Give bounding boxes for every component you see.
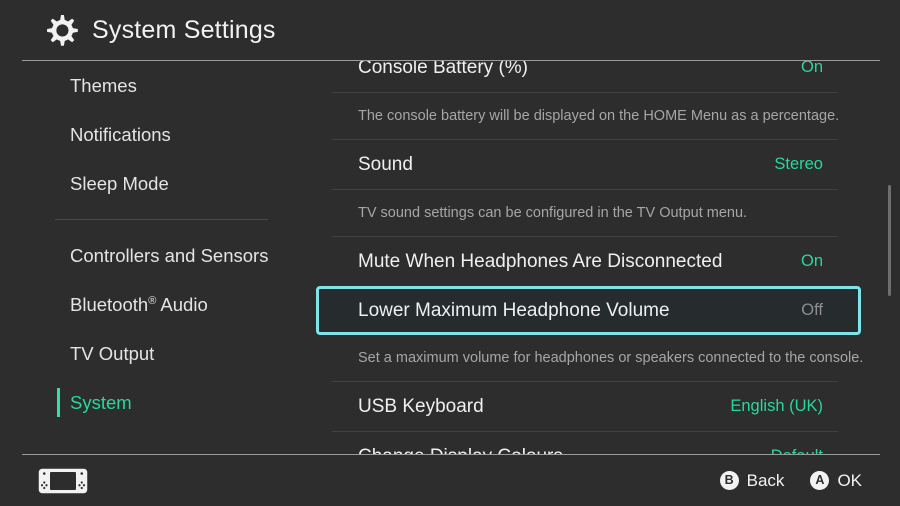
bottom-bar: B Back A OK: [0, 455, 900, 506]
setting-row-mute-when-headphones-disconnected[interactable]: Mute When Headphones Are Disconnected On: [316, 237, 861, 286]
back-label: Back: [746, 470, 785, 490]
setting-label: Lower Maximum Headphone Volume: [358, 299, 670, 321]
sidebar-item-bluetooth-audio[interactable]: Bluetooth® Audio: [0, 280, 300, 329]
scrollbar-thumb[interactable]: [888, 185, 891, 296]
header: System Settings: [0, 0, 900, 60]
sidebar-item-label: Sleep Mode: [70, 172, 169, 194]
back-action[interactable]: B Back: [719, 470, 785, 491]
bottom-bar-actions: B Back A OK: [719, 470, 862, 491]
page-title: System Settings: [92, 15, 276, 44]
setting-value: English (UK): [730, 397, 823, 415]
sidebar-item-tv-output[interactable]: TV Output: [0, 329, 300, 378]
switch-console-icon: [38, 468, 88, 493]
sidebar-item-sleep-mode[interactable]: Sleep Mode: [0, 159, 300, 208]
b-button-icon: B: [719, 471, 739, 490]
sidebar-item-label: Notifications: [70, 123, 171, 145]
setting-row-change-display-colours[interactable]: Change Display Colours Default: [316, 432, 861, 455]
sidebar-item-label: Controllers and Sensors: [70, 244, 269, 266]
sidebar-item-label: Themes: [70, 74, 137, 96]
ok-action[interactable]: A OK: [810, 471, 862, 491]
setting-label: Mute When Headphones Are Disconnected: [358, 250, 723, 272]
setting-label: Console Battery (%): [358, 61, 529, 78]
setting-value: Off: [801, 301, 823, 319]
sidebar-item-label: System: [70, 391, 132, 413]
sidebar-item-label: Bluetooth® Audio: [70, 294, 208, 316]
ok-label: OK: [837, 470, 862, 490]
sidebar-item-system[interactable]: System: [0, 378, 300, 427]
a-button-icon: A: [810, 471, 830, 490]
sidebar-item-controllers-and-sensors[interactable]: Controllers and Sensors: [0, 231, 300, 280]
sidebar-item-label-tail: Audio: [156, 293, 208, 315]
setting-value: Default: [771, 447, 823, 454]
setting-value: On: [800, 61, 823, 76]
setting-row-console-battery[interactable]: Console Battery (%) On: [316, 61, 861, 92]
setting-row-sound[interactable]: Sound Stereo: [316, 140, 861, 189]
setting-row-usb-keyboard[interactable]: USB Keyboard English (UK): [316, 382, 861, 431]
setting-value: Stereo: [774, 155, 823, 173]
sidebar-group-divider: [55, 219, 268, 220]
settings-rows: Console Battery (%) On The console batte…: [300, 61, 900, 454]
sidebar-item-label-main: Bluetooth: [70, 293, 149, 315]
setting-label: Sound: [358, 153, 413, 175]
setting-value: On: [800, 252, 823, 270]
setting-description: Set a maximum volume for headphones or s…: [358, 350, 864, 366]
gear-icon: [47, 15, 78, 46]
setting-description: TV sound settings can be configured in t…: [358, 205, 748, 221]
system-settings-screen: System Settings Themes Notifications Sle…: [0, 0, 900, 506]
sidebar-item-label: TV Output: [70, 342, 155, 364]
setting-label: Change Display Colours: [358, 446, 563, 455]
settings-list: Console Battery (%) On The console batte…: [300, 61, 900, 454]
sidebar-item-notifications[interactable]: Notifications: [0, 110, 300, 159]
setting-row-lower-maximum-headphone-volume[interactable]: Lower Maximum Headphone Volume Off: [316, 286, 861, 335]
sidebar-item-themes[interactable]: Themes: [0, 61, 300, 110]
setting-label: USB Keyboard: [358, 395, 484, 417]
setting-description: The console battery will be displayed on…: [358, 108, 840, 124]
sidebar: Themes Notifications Sleep Mode Controll…: [0, 61, 300, 454]
